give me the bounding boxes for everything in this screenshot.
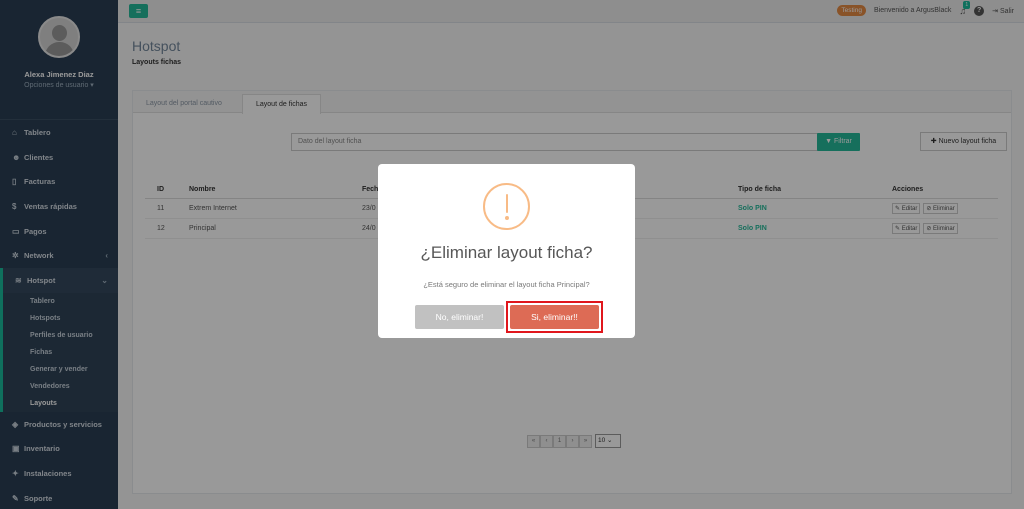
confirm-dialog: ¿Eliminar layout ficha? ¿Está seguro de … (378, 164, 635, 338)
dialog-title: ¿Eliminar layout ficha? (420, 243, 593, 262)
warning-icon (483, 183, 530, 230)
dialog-message: ¿Está seguro de eliminar el layout ficha… (423, 280, 590, 289)
cancel-button[interactable]: No, eliminar! (415, 305, 504, 329)
confirm-delete-button[interactable]: Si, eliminar!! (510, 305, 599, 329)
